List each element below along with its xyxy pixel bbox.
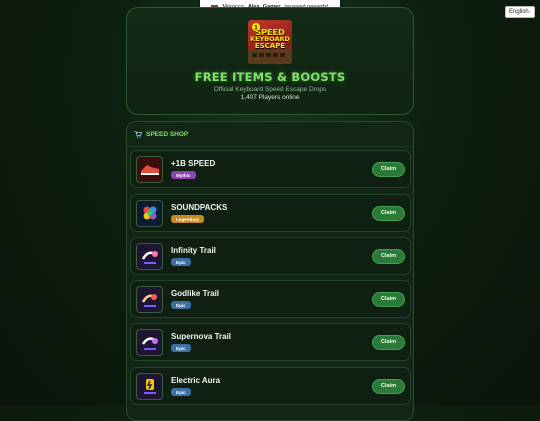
claim-button[interactable]: Claim [372, 205, 405, 221]
shop-item: Godlike Trail Epic Claim [130, 280, 411, 318]
speed-shoe-icon [136, 155, 163, 183]
game-logo: 1 SPEED KEYBOARD ESCAPE [248, 20, 292, 64]
rarity-badge: Epic [171, 301, 191, 309]
item-name: Electric Aura [171, 376, 221, 385]
soundpack-icon [136, 199, 163, 227]
item-name: Supernova Trail [171, 332, 232, 341]
rarity-badge: Mythic [171, 171, 196, 179]
hero-card: 1 SPEED KEYBOARD ESCAPE FREE ITEMS & BOO… [126, 7, 414, 115]
rarity-badge: Epic [171, 344, 191, 352]
claim-button[interactable]: Claim [372, 161, 405, 177]
claim-button[interactable]: Claim [372, 248, 405, 264]
item-name: Infinity Trail [171, 246, 216, 255]
cart-icon [134, 130, 142, 138]
claim-button[interactable]: Claim [372, 291, 405, 307]
item-name: SOUNDPACKS [171, 203, 228, 212]
speed-shop-panel: SPEED SHOP +1B SPEED Mythic Claim SOUNDP… [126, 121, 414, 421]
rarity-badge: Epic [171, 388, 191, 396]
shop-item: SOUNDPACKS Legendary Claim [130, 194, 411, 232]
players-online: 1,407 Players online [240, 94, 300, 101]
logo-line-3: ESCAPE [254, 41, 286, 50]
shop-item: Supernova Trail Epic Claim [130, 323, 411, 361]
page-title: FREE ITEMS & BOOSTS [194, 70, 346, 84]
claim-button[interactable]: Claim [372, 334, 405, 350]
claim-button[interactable]: Claim [372, 378, 405, 394]
language-select[interactable]: English [505, 6, 535, 18]
aura-icon [136, 372, 163, 400]
item-name: +1B SPEED [171, 159, 216, 168]
shop-header: SPEED SHOP [127, 122, 413, 147]
shop-item: Electric Aura Epic Claim [130, 367, 411, 405]
trail-icon [136, 242, 163, 270]
trail-icon [136, 328, 163, 356]
trail-icon [136, 285, 163, 313]
language-selected: English [509, 9, 529, 15]
rarity-badge: Epic [171, 258, 191, 266]
shop-title: SPEED SHOP [146, 130, 189, 138]
shop-item: +1B SPEED Mythic Claim [130, 150, 411, 188]
rarity-badge: Legendary [171, 215, 205, 223]
item-name: Godlike Trail [171, 289, 220, 298]
page-subtitle: Official Keyboard Speed Escape Drops [213, 86, 327, 93]
shop-item: Infinity Trail Epic Claim [130, 237, 411, 275]
chevron-down-icon [528, 11, 531, 13]
